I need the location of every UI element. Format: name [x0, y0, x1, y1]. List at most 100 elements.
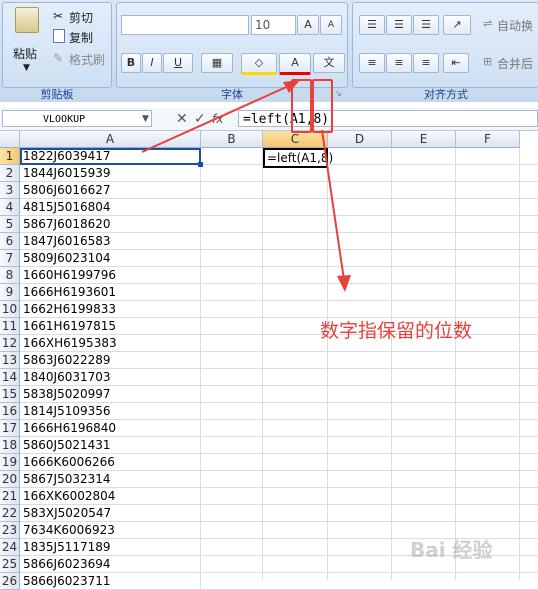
row-header[interactable]: 12: [0, 335, 20, 352]
font-group: 10 A A B I U ▦ ◇ A 文 字体 ↘: [116, 2, 348, 101]
row-header[interactable]: 4: [0, 199, 20, 216]
paste-dropdown-icon[interactable]: ▼: [23, 63, 30, 73]
cell-a[interactable]: 5860J5021431: [20, 437, 201, 454]
cell-a[interactable]: 1666H6196840: [20, 420, 201, 437]
row-header[interactable]: 24: [0, 539, 20, 556]
align-right-button[interactable]: ≡: [413, 53, 439, 73]
cell-a[interactable]: 5863J6022289: [20, 352, 201, 369]
row-header[interactable]: 6: [0, 233, 20, 250]
row-header[interactable]: 11: [0, 318, 20, 335]
cell-a[interactable]: 1660H6199796: [20, 267, 201, 284]
row-header[interactable]: 26: [0, 573, 20, 590]
row-header[interactable]: 9: [0, 284, 20, 301]
font-size-combo[interactable]: 10: [251, 15, 296, 35]
underline-button[interactable]: U: [163, 53, 193, 73]
row-header[interactable]: 3: [0, 182, 20, 199]
name-box-dropdown-icon[interactable]: ▼: [142, 111, 149, 127]
formula-input[interactable]: =left(A1,8): [238, 110, 538, 127]
align-middle-button[interactable]: ☰: [386, 15, 412, 35]
cell-a[interactable]: 166XH6195383: [20, 335, 201, 352]
decrease-indent-button[interactable]: ⇤: [443, 53, 469, 73]
cell-a[interactable]: 7634K6006923: [20, 522, 201, 539]
active-cell-c1[interactable]: =left(A1,8): [263, 148, 333, 168]
grid-line: [201, 164, 538, 165]
row-header[interactable]: 8: [0, 267, 20, 284]
row-header[interactable]: 21: [0, 488, 20, 505]
align-top-button[interactable]: ☰: [359, 15, 385, 35]
cell-a[interactable]: 5838J5020997: [20, 386, 201, 403]
column-header-f[interactable]: F: [456, 131, 520, 148]
cell-a[interactable]: 5809J6023104: [20, 250, 201, 267]
format-painter-button[interactable]: 格式刷: [69, 51, 105, 68]
cell-a[interactable]: 1844J6015939: [20, 165, 201, 182]
grid-line: [201, 198, 538, 199]
row-header[interactable]: 20: [0, 471, 20, 488]
cell-a[interactable]: 1840J6031703: [20, 369, 201, 386]
cell-a[interactable]: 583XJ5020547: [20, 505, 201, 522]
cell-a[interactable]: 1661H6197815: [20, 318, 201, 335]
italic-button[interactable]: I: [142, 53, 162, 73]
cell-a[interactable]: 1662H6199833: [20, 301, 201, 318]
align-center-button[interactable]: ≡: [386, 53, 412, 73]
font-dialog-launcher-icon[interactable]: ↘: [335, 89, 342, 98]
grid-line: [201, 453, 538, 454]
font-name-combo[interactable]: [121, 15, 249, 35]
row-header[interactable]: 22: [0, 505, 20, 522]
formula-bar: VLOOKUP ▼ ✕ ✓ fx =left(A1,8): [0, 108, 538, 131]
column-header-d[interactable]: D: [328, 131, 392, 148]
row-header[interactable]: 7: [0, 250, 20, 267]
phonetic-button[interactable]: 文: [313, 53, 345, 73]
wrap-text-button[interactable]: 自动换: [497, 17, 533, 34]
cell-a[interactable]: 1847J6016583: [20, 233, 201, 250]
cell-a[interactable]: 1666K6006266: [20, 454, 201, 471]
font-color-button[interactable]: A: [279, 53, 311, 75]
select-all-corner[interactable]: [0, 131, 20, 148]
paste-button[interactable]: 粘贴: [13, 45, 37, 62]
name-box[interactable]: VLOOKUP: [2, 110, 152, 127]
paste-icon[interactable]: [15, 7, 39, 33]
cell-a[interactable]: 5866J6023694: [20, 556, 201, 573]
row-header[interactable]: 17: [0, 420, 20, 437]
shrink-font-button[interactable]: A: [320, 15, 342, 35]
fill-color-button[interactable]: ◇: [241, 53, 277, 75]
row-header[interactable]: 14: [0, 369, 20, 386]
cut-button[interactable]: 剪切: [69, 9, 93, 26]
insert-function-icon[interactable]: fx: [212, 111, 223, 127]
cell-a[interactable]: 1666H6193601: [20, 284, 201, 301]
grow-font-button[interactable]: A: [297, 15, 319, 35]
row-header[interactable]: 1: [0, 148, 20, 165]
row-header[interactable]: 23: [0, 522, 20, 539]
cell-a[interactable]: 4815J5016804: [20, 199, 201, 216]
cell-a[interactable]: 5806J6016627: [20, 182, 201, 199]
merge-button[interactable]: 合并后: [497, 55, 533, 72]
cell-a[interactable]: 5867J5032314: [20, 471, 201, 488]
orientation-button[interactable]: ↗: [443, 15, 471, 35]
formula-enter-icon[interactable]: ✓: [194, 111, 206, 127]
row-header[interactable]: 19: [0, 454, 20, 471]
grid-line: [201, 266, 538, 267]
align-left-button[interactable]: ≡: [359, 53, 385, 73]
cell-a[interactable]: 5866J6023711: [20, 573, 201, 590]
column-header-e[interactable]: E: [392, 131, 456, 148]
row-header[interactable]: 15: [0, 386, 20, 403]
borders-button[interactable]: ▦: [201, 53, 233, 73]
bold-button[interactable]: B: [121, 53, 141, 73]
cell-a[interactable]: 166XK6002804: [20, 488, 201, 505]
align-bottom-button[interactable]: ☰: [413, 15, 439, 35]
cell-a[interactable]: 1835J5117189: [20, 539, 201, 556]
row-header[interactable]: 16: [0, 403, 20, 420]
row-header[interactable]: 2: [0, 165, 20, 182]
column-header-b[interactable]: B: [201, 131, 263, 148]
cell-a[interactable]: 1814J5109356: [20, 403, 201, 420]
row-header[interactable]: 13: [0, 352, 20, 369]
row-header[interactable]: 18: [0, 437, 20, 454]
formula-cancel-icon[interactable]: ✕: [176, 111, 188, 127]
row-header[interactable]: 5: [0, 216, 20, 233]
row-header[interactable]: 25: [0, 556, 20, 573]
column-header-a[interactable]: A: [20, 131, 201, 148]
cell-a[interactable]: 5867J6018620: [20, 216, 201, 233]
row-header[interactable]: 10: [0, 301, 20, 318]
column-header-c[interactable]: C: [263, 131, 328, 148]
copy-button[interactable]: 复制: [69, 29, 93, 46]
fill-handle[interactable]: [198, 162, 203, 167]
